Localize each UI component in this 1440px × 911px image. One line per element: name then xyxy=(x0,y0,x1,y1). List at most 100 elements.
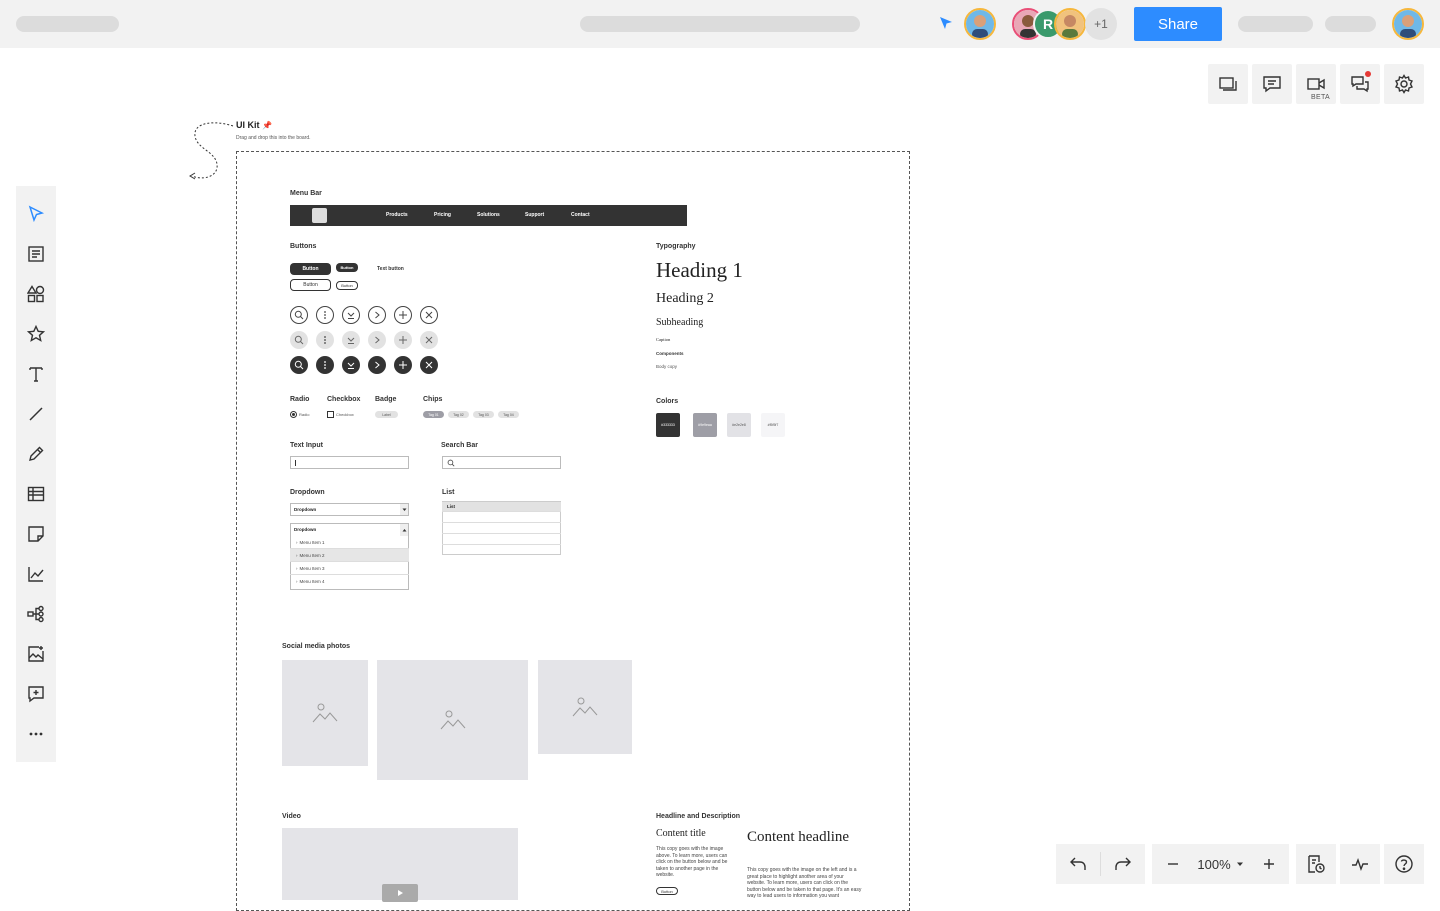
plus-icon xyxy=(1263,859,1274,869)
ellipsis-icon xyxy=(29,732,43,736)
sample-chevron-right-icon xyxy=(368,306,386,324)
search-bar-label: Search Bar xyxy=(441,442,478,449)
sample-download-icon xyxy=(342,306,360,324)
ui-kit-title-text: UI Kit xyxy=(236,120,260,130)
settings-button[interactable] xyxy=(1384,64,1424,104)
sample-search-bar-icon xyxy=(447,459,455,467)
more-tools[interactable] xyxy=(24,722,48,746)
sample-caption: Caption xyxy=(656,337,671,342)
sample-more-icon xyxy=(316,356,334,374)
version-history-button[interactable] xyxy=(1296,844,1336,884)
sample-content-headline: Content headline xyxy=(747,829,850,845)
sample-dropdown-item: › Menu Item 3 xyxy=(290,562,409,575)
menu-placeholder[interactable] xyxy=(1238,16,1313,32)
sample-checkbox-text: Checkbox xyxy=(336,412,354,417)
sample-chip: Tag 01 xyxy=(423,411,444,418)
image-placeholder-icon xyxy=(312,703,338,723)
share-button[interactable]: Share xyxy=(1134,7,1222,41)
zoom-group: 100% xyxy=(1152,844,1289,884)
line-chart-icon xyxy=(28,567,44,582)
line-tool[interactable] xyxy=(24,402,48,426)
sample-close-icon xyxy=(420,306,438,324)
minus-icon xyxy=(1167,863,1178,865)
chat-button[interactable] xyxy=(1340,64,1380,104)
gear-icon xyxy=(1395,74,1413,94)
typography-label: Typography xyxy=(656,243,696,250)
select-tool[interactable] xyxy=(24,202,48,226)
sample-search-bar xyxy=(442,456,561,469)
color-swatch: #9e9eaa xyxy=(693,413,717,437)
zoom-level-dropdown[interactable]: 100% xyxy=(1193,844,1249,884)
sample-button-large: Button xyxy=(290,263,331,275)
table-tool[interactable] xyxy=(24,482,48,506)
more-collaborators-badge[interactable]: +1 xyxy=(1085,8,1117,40)
image-tool[interactable] xyxy=(24,642,48,666)
menu-logo xyxy=(312,208,327,223)
activity-button[interactable] xyxy=(1340,844,1380,884)
pen-tool[interactable] xyxy=(24,442,48,466)
templates-tool[interactable] xyxy=(24,242,48,266)
colors-label: Colors xyxy=(656,398,679,405)
mindmap-icon xyxy=(27,605,44,623)
undo-button[interactable] xyxy=(1056,844,1100,884)
collaborator-avatar[interactable] xyxy=(1054,8,1086,40)
zoom-level-value: 100% xyxy=(1197,856,1231,872)
color-swatch: #333333 xyxy=(656,413,680,437)
sample-list-row xyxy=(442,513,561,523)
buttons-label: Buttons xyxy=(290,243,317,250)
top-bar: R +1 Share xyxy=(0,0,1440,48)
sticky-note-tool[interactable] xyxy=(24,522,48,546)
zoom-out-button[interactable] xyxy=(1153,844,1193,884)
play-button xyxy=(382,884,418,902)
undo-icon xyxy=(1070,857,1086,870)
chevron-up-icon xyxy=(402,528,406,531)
photo-placeholder xyxy=(282,660,368,766)
sample-list-row xyxy=(442,535,561,545)
play-icon xyxy=(398,890,403,896)
sample-dropdown-item: › Menu Item 1 xyxy=(290,536,409,549)
dropdown-label: Dropdown xyxy=(290,489,325,496)
board-name-placeholder[interactable] xyxy=(16,16,119,32)
comments-button[interactable] xyxy=(1252,64,1292,104)
redo-button[interactable] xyxy=(1101,844,1145,884)
sample-radio xyxy=(290,411,297,418)
sample-plus-icon xyxy=(394,356,412,374)
pages-button[interactable] xyxy=(1208,64,1248,104)
menu-item: Support xyxy=(525,212,545,218)
sample-body-copy: Body copy xyxy=(656,364,678,369)
chevron-down-icon xyxy=(402,508,406,511)
sample-search-icon xyxy=(290,331,308,349)
list-label: List xyxy=(442,489,455,496)
sample-content-title-body: This copy goes with the image above. To … xyxy=(656,846,728,878)
sample-content-headline-body: This copy goes with the image on the lef… xyxy=(747,867,862,899)
chart-tool[interactable] xyxy=(24,562,48,586)
zoom-in-button[interactable] xyxy=(1249,844,1289,884)
video-label: Video xyxy=(282,813,301,820)
add-comment-icon xyxy=(28,686,44,703)
menu-placeholder[interactable] xyxy=(1325,16,1376,32)
sample-subheading: Subheading xyxy=(656,317,704,328)
text-tool[interactable] xyxy=(24,362,48,386)
breadcrumb-placeholder xyxy=(580,16,860,32)
comment-tool[interactable] xyxy=(24,682,48,706)
shapes-tool[interactable] xyxy=(24,282,48,306)
current-user-avatar[interactable] xyxy=(964,8,996,40)
sample-plus-icon xyxy=(394,331,412,349)
notification-dot xyxy=(1365,71,1371,77)
history-document-icon xyxy=(1308,855,1325,873)
ui-kit-title: UI Kit 📌 xyxy=(236,120,272,130)
chips-label: Chips xyxy=(423,396,443,403)
profile-avatar[interactable] xyxy=(1392,8,1424,40)
help-icon xyxy=(1395,855,1413,873)
menu-item: Solutions xyxy=(477,212,500,218)
video-call-button[interactable]: BETA xyxy=(1296,64,1336,104)
sample-heading-2: Heading 2 xyxy=(656,291,714,306)
radio-label: Radio xyxy=(290,396,310,403)
mindmap-tool[interactable] xyxy=(24,602,48,626)
sticky-note-icon xyxy=(28,526,44,542)
icons-tool[interactable] xyxy=(24,322,48,346)
sample-badge: Label xyxy=(375,411,398,418)
pencil-icon xyxy=(29,446,44,461)
menu-bar-label: Menu Bar xyxy=(290,190,322,197)
help-button[interactable] xyxy=(1384,844,1424,884)
